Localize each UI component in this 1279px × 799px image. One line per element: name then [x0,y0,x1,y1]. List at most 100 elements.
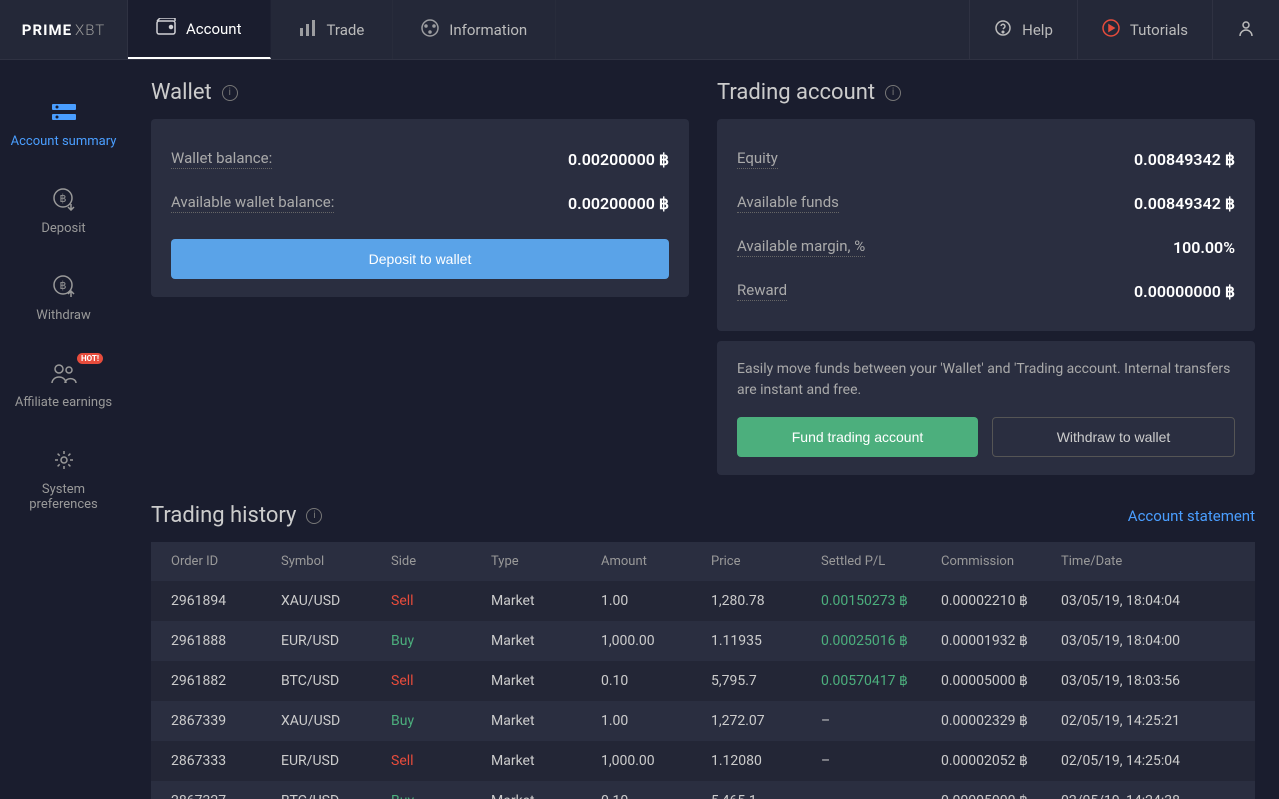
sidebar-item-withdraw[interactable]: ฿ Withdraw [0,254,127,341]
margin-value: 100.00% [1173,238,1235,257]
cell-orderid: 2867339 [171,713,281,729]
cell-side: Sell [391,593,491,609]
logo-primary: PRIME [22,21,72,39]
cell-comm: 0.00002210 ฿ [941,593,1061,609]
cell-date: 02/05/19, 14:25:21 [1061,713,1235,729]
cell-comm: 0.00005000 ฿ [941,793,1061,799]
cell-comm: 0.00005000 ฿ [941,673,1061,689]
main-content: Wallet i Wallet balance: 0.00200000 ฿ Av… [127,60,1279,799]
sidebar-item-affiliate[interactable]: HOT! Affiliate earnings [0,341,127,428]
trading-title-row: Trading account i [717,80,1255,105]
equity-value: 0.00849342 ฿ [1134,150,1235,169]
transfer-text: Easily move funds between your 'Wallet' … [737,359,1235,401]
cell-date: 02/05/19, 14:25:04 [1061,753,1235,769]
table-row[interactable]: 2961894XAU/USDSellMarket1.001,280.780.00… [151,581,1255,621]
logo-secondary: XBT [75,21,105,39]
cell-type: Market [491,593,601,609]
sidebar-withdraw-label: Withdraw [36,308,90,323]
tab-trade[interactable]: Trade [271,0,394,59]
cell-side: Buy [391,633,491,649]
tab-tutorials-label: Tutorials [1130,21,1188,39]
sidebar-system-label: System preferences [8,482,119,512]
withdraw-icon: ฿ [52,272,76,300]
cell-pl: – [821,793,941,799]
col-type: Type [491,554,601,569]
cell-type: Market [491,753,601,769]
cell-type: Market [491,793,601,799]
table-row[interactable]: 2961888EUR/USDBuyMarket1,000.001.119350.… [151,621,1255,661]
transfer-box: Easily move funds between your 'Wallet' … [717,341,1255,475]
sidebar-item-summary[interactable]: Account summary [0,80,127,167]
cell-orderid: 2961882 [171,673,281,689]
wallet-title-row: Wallet i [151,80,689,105]
info-icon[interactable]: i [222,85,238,101]
table-header: Order ID Symbol Side Type Amount Price S… [151,542,1255,581]
sidebar-item-deposit[interactable]: ฿ Deposit [0,167,127,254]
cell-symbol: BTC/USD [281,673,391,689]
fund-trading-button[interactable]: Fund trading account [737,417,978,457]
right-tabs: Help Tutorials [969,0,1279,59]
wallet-avail-label: Available wallet balance: [171,193,334,213]
wallet-panel: Wallet i Wallet balance: 0.00200000 ฿ Av… [151,80,689,297]
cell-price: 1,272.07 [711,713,821,729]
tab-profile[interactable] [1212,0,1279,59]
cell-amount: 0.10 [601,673,711,689]
margin-label: Available margin, % [737,237,865,257]
tab-info-label: Information [449,21,527,39]
cell-side: Buy [391,713,491,729]
summary-icon [52,98,76,126]
cell-orderid: 2961894 [171,593,281,609]
info-icon[interactable]: i [885,85,901,101]
cell-price: 5,465.1 [711,793,821,799]
table-row[interactable]: 2867333EUR/USDSellMarket1,000.001.12080–… [151,741,1255,781]
history-title-row: Trading history i [151,503,322,528]
sidebar: Account summary ฿ Deposit ฿ Withdraw HOT… [0,60,127,799]
cell-price: 5,795.7 [711,673,821,689]
cell-date: 02/05/19, 14:24:38 [1061,793,1235,799]
affiliate-icon [51,359,77,387]
help-icon [994,19,1012,41]
col-pl: Settled P/L [821,554,941,569]
cell-symbol: XAU/USD [281,593,391,609]
wallet-card: Wallet balance: 0.00200000 ฿ Available w… [151,119,689,297]
table-row[interactable]: 2867339XAU/USDBuyMarket1.001,272.07–0.00… [151,701,1255,741]
reward-label: Reward [737,281,787,301]
logo[interactable]: PRIME XBT [0,21,127,39]
tab-tutorials[interactable]: Tutorials [1077,0,1212,59]
info-icon[interactable]: i [306,508,322,524]
col-amount: Amount [601,554,711,569]
tab-account[interactable]: Account [128,0,271,59]
withdraw-wallet-button[interactable]: Withdraw to wallet [992,417,1235,457]
play-icon [1102,19,1120,41]
sidebar-deposit-label: Deposit [41,221,85,236]
cell-comm: 0.00001932 ฿ [941,633,1061,649]
cell-pl: 0.00150273 ฿ [821,593,941,609]
tab-trade-label: Trade [327,21,365,39]
cell-side: Buy [391,793,491,799]
wallet-avail-value: 0.00200000 ฿ [568,194,669,213]
user-icon [1237,19,1255,41]
table-row[interactable]: 2867327BTC/USDBuyMarket0.105,465.1–0.000… [151,781,1255,799]
col-side: Side [391,554,491,569]
layout: Account summary ฿ Deposit ฿ Withdraw HOT… [0,60,1279,799]
cell-date: 03/05/19, 18:03:56 [1061,673,1235,689]
cell-pl: – [821,753,941,769]
cell-symbol: XAU/USD [281,713,391,729]
cell-orderid: 2961888 [171,633,281,649]
cell-pl: 0.00570417 ฿ [821,673,941,689]
trading-title: Trading account [717,80,875,105]
account-statement-link[interactable]: Account statement [1128,507,1255,525]
tab-information[interactable]: Information [393,0,556,59]
cell-symbol: EUR/USD [281,753,391,769]
table-row[interactable]: 2961882BTC/USDSellMarket0.105,795.70.005… [151,661,1255,701]
history-section: Trading history i Account statement Orde… [151,503,1255,799]
cell-symbol: BTC/USD [281,793,391,799]
sidebar-item-system[interactable]: System preferences [0,428,127,530]
gear-icon [53,446,75,474]
deposit-icon: ฿ [52,185,76,213]
cell-side: Sell [391,673,491,689]
cell-price: 1.12080 [711,753,821,769]
deposit-to-wallet-button[interactable]: Deposit to wallet [171,239,669,279]
funds-value: 0.00849342 ฿ [1134,194,1235,213]
tab-help[interactable]: Help [969,0,1077,59]
